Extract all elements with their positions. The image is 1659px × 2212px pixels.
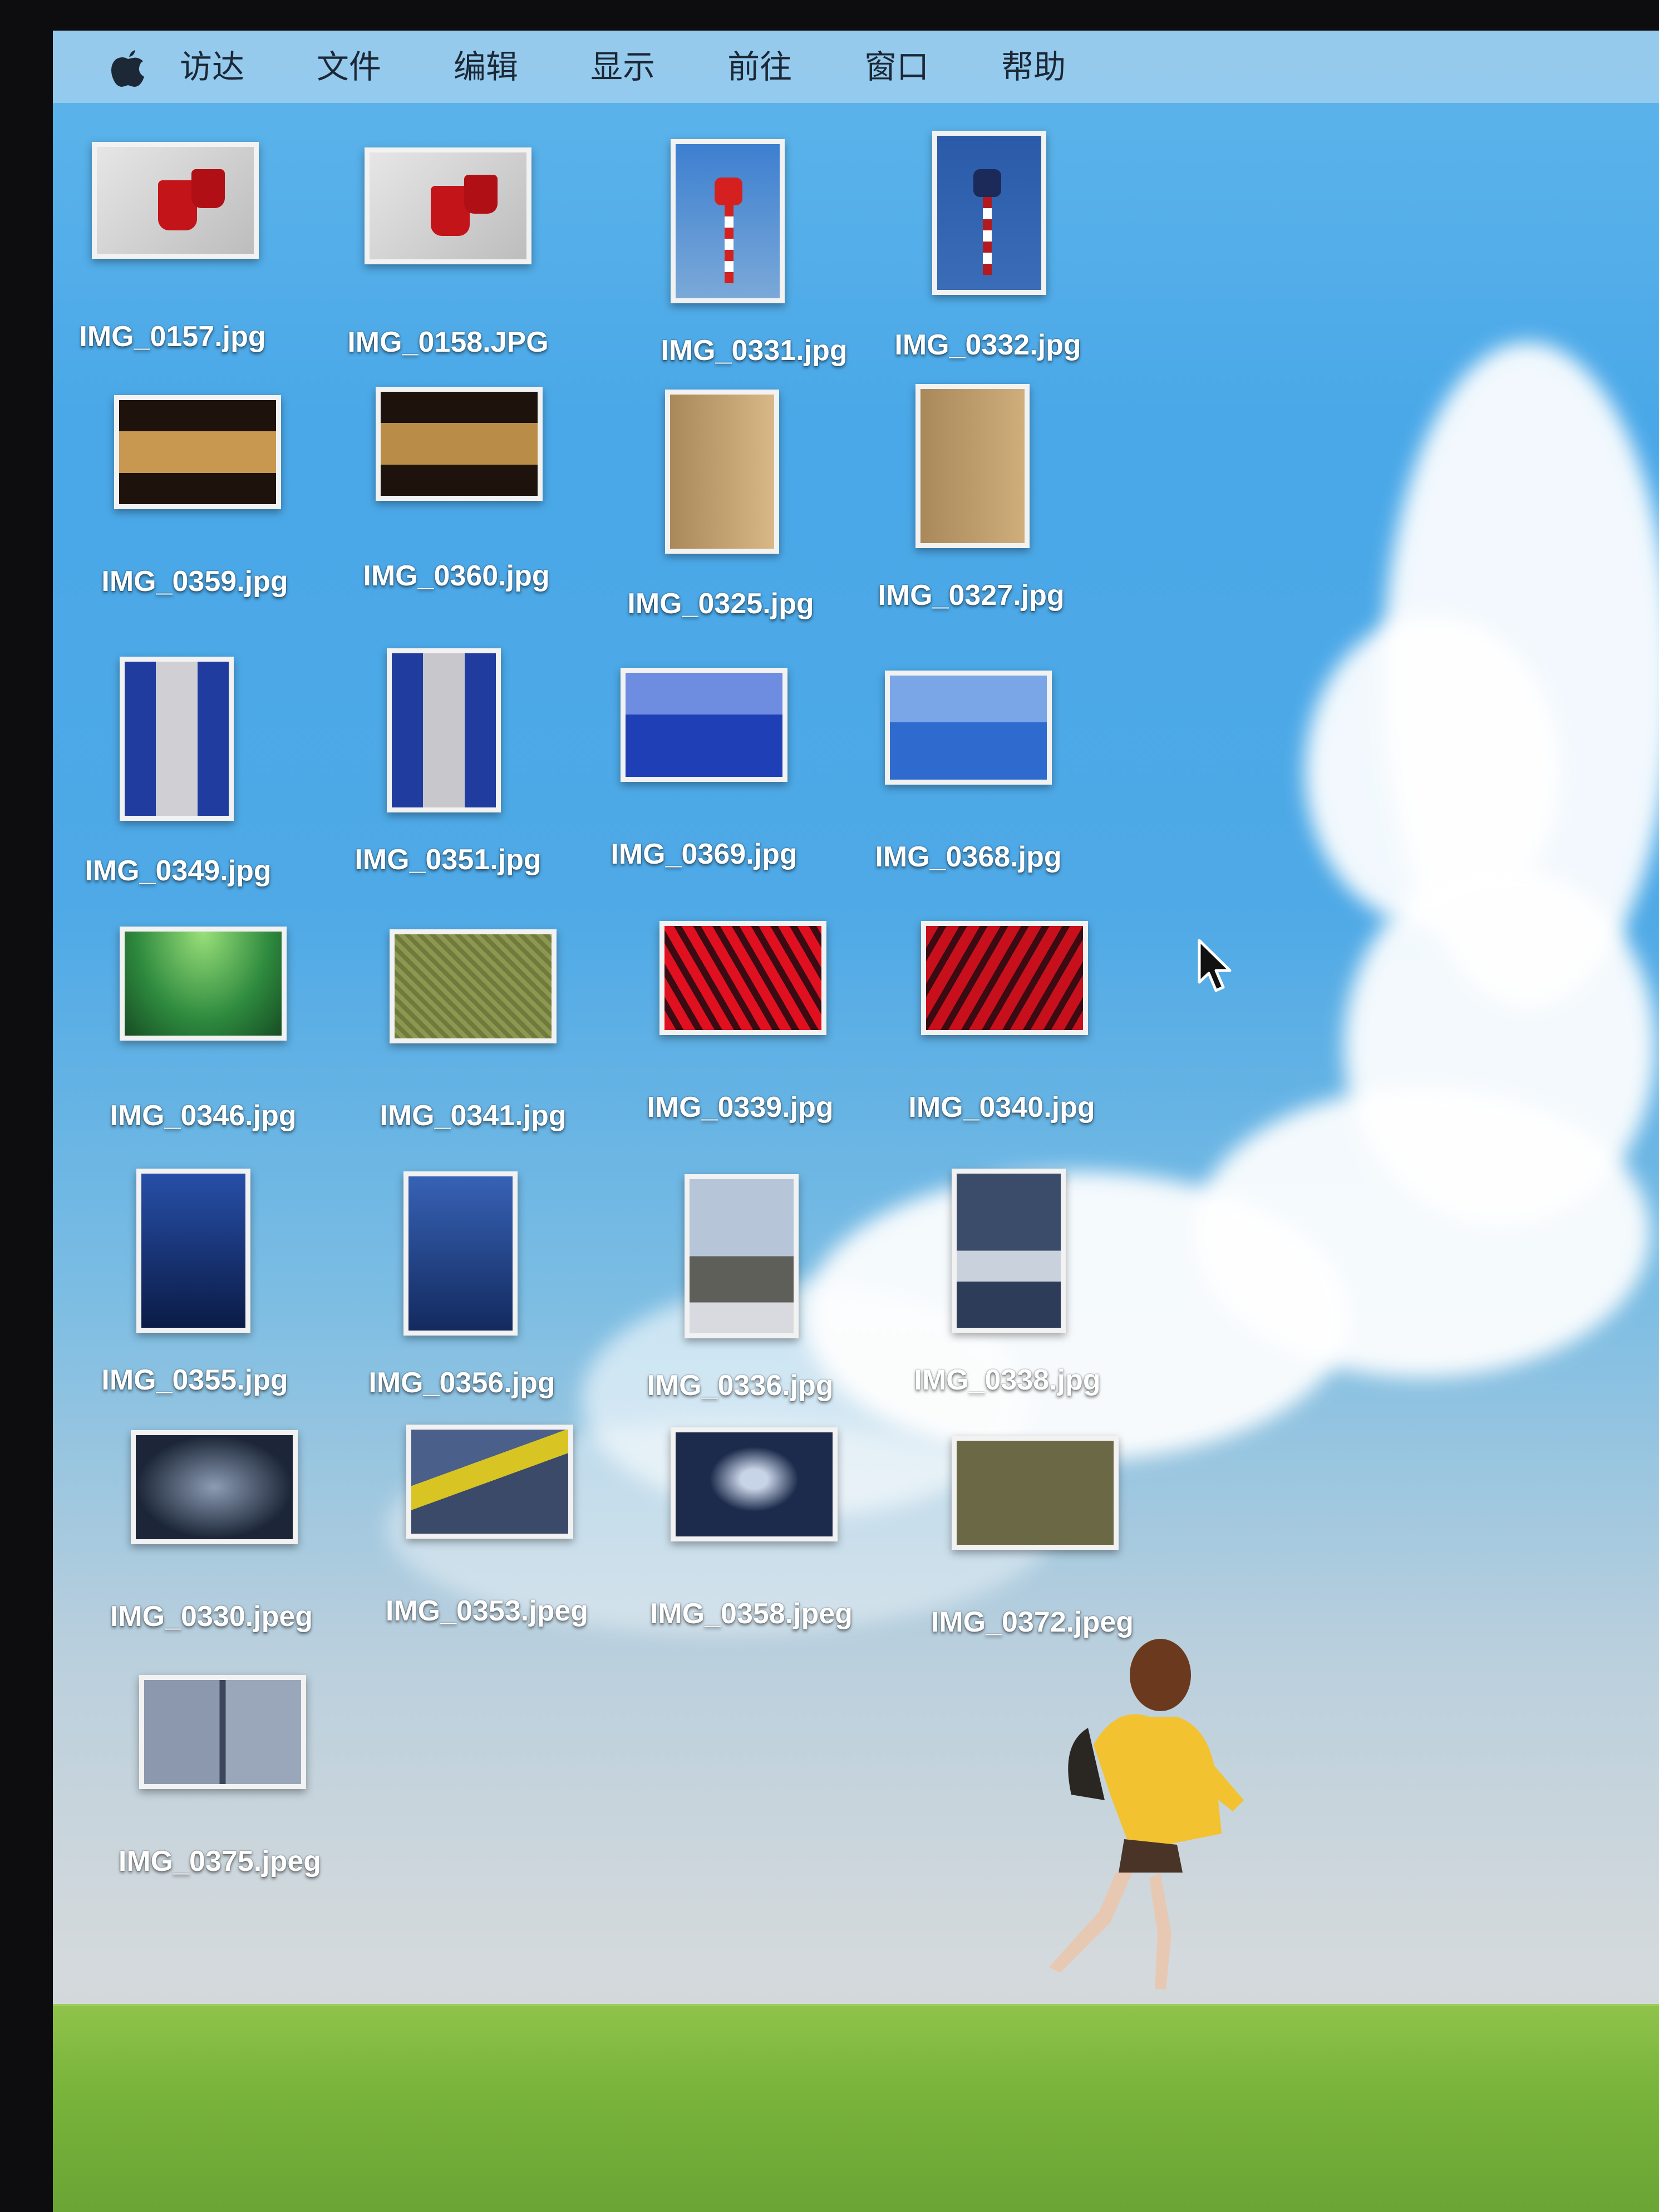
thumbnail-store-aisle — [120, 657, 234, 821]
thumbnail-gallery-hall — [915, 384, 1030, 548]
grass-field — [53, 2004, 1659, 2212]
desktop[interactable]: 访达 文件 编辑 显示 前往 窗口 帮助 IMG_0157.jpg IMG_01… — [53, 31, 1659, 2212]
file-name: IMG_0351.jpg — [355, 844, 541, 876]
running-child-figure — [1049, 1639, 1244, 1989]
thumbnail-blue-corridor — [403, 1171, 518, 1336]
file-name: IMG_0353.jpeg — [385, 1595, 589, 1627]
thumbnail-gallery-hall — [665, 390, 779, 554]
menu-bar: 访达 文件 编辑 显示 前往 窗口 帮助 — [53, 31, 1659, 103]
thumbnail-blue-corridor — [136, 1169, 250, 1333]
thumbnail-machines — [139, 1675, 306, 1789]
thumbnail-green-ceiling — [120, 927, 287, 1041]
file-name: IMG_0338.jpg — [914, 1364, 1101, 1396]
file-name: IMG_0368.jpg — [875, 841, 1062, 873]
thumbnail-plastic-bag — [671, 1427, 838, 1541]
file-name: IMG_0375.jpeg — [118, 1845, 322, 1878]
thumbnail-red-mugs — [92, 142, 259, 259]
file-name: IMG_0356.jpg — [368, 1367, 555, 1399]
file-name: IMG_0332.jpg — [894, 329, 1081, 361]
thumbnail-lobby-doors — [114, 395, 281, 509]
thumbnail-blue-skyline — [621, 668, 787, 782]
file-name: IMG_0369.jpg — [611, 838, 797, 870]
file-name: IMG_0325.jpg — [627, 588, 814, 620]
thumbnail-city-tower — [685, 1174, 799, 1338]
thumbnail-caution-tape — [406, 1425, 573, 1539]
thumbnail-city-street — [952, 1169, 1066, 1333]
thumbnail-blue-skyline — [885, 671, 1052, 785]
thumbnail-red-mugs — [365, 147, 531, 264]
file-name: IMG_0336.jpg — [647, 1369, 834, 1402]
thumbnail-olive-texture — [952, 1436, 1119, 1550]
thumbnail-red-sculpture — [659, 921, 826, 1035]
file-name: IMG_0341.jpg — [380, 1100, 567, 1132]
menu-view[interactable]: 显示 — [590, 51, 655, 83]
thumbnail-green-mesh — [390, 929, 557, 1043]
menu-finder[interactable]: 访达 — [180, 51, 244, 83]
file-name: IMG_0339.jpg — [647, 1091, 834, 1124]
file-name: IMG_0372.jpeg — [931, 1606, 1134, 1638]
menu-window[interactable]: 窗口 — [864, 51, 929, 83]
file-name: IMG_0359.jpg — [101, 565, 288, 598]
menu-file[interactable]: 文件 — [317, 51, 381, 83]
file-name: IMG_0340.jpg — [908, 1091, 1095, 1124]
file-name: IMG_0157.jpg — [79, 321, 266, 353]
thumbnail-stop-sign — [671, 139, 785, 303]
file-name: IMG_0346.jpg — [110, 1100, 297, 1132]
mouse-pointer-icon — [1198, 939, 1232, 992]
file-name: IMG_0360.jpg — [363, 560, 550, 592]
file-name: IMG_0355.jpg — [101, 1364, 288, 1396]
file-name: IMG_0349.jpg — [85, 855, 272, 887]
thumbnail-crumpled-bag — [131, 1430, 298, 1544]
file-name: IMG_0327.jpg — [878, 579, 1065, 612]
apple-logo-icon[interactable] — [109, 45, 147, 89]
file-name: IMG_0330.jpeg — [110, 1600, 313, 1633]
menu-edit[interactable]: 编辑 — [454, 51, 518, 83]
thumbnail-lobby-doors — [376, 387, 543, 501]
menu-help[interactable]: 帮助 — [1001, 51, 1066, 83]
file-name: IMG_0331.jpg — [661, 334, 848, 367]
thumbnail-stop-sign-dark — [932, 131, 1046, 295]
thumbnail-store-aisle — [387, 648, 501, 812]
menu-go[interactable]: 前往 — [727, 51, 792, 83]
thumbnail-red-sculpture — [921, 921, 1088, 1035]
file-name: IMG_0358.jpeg — [649, 1598, 853, 1630]
file-name: IMG_0158.JPG — [347, 326, 549, 358]
